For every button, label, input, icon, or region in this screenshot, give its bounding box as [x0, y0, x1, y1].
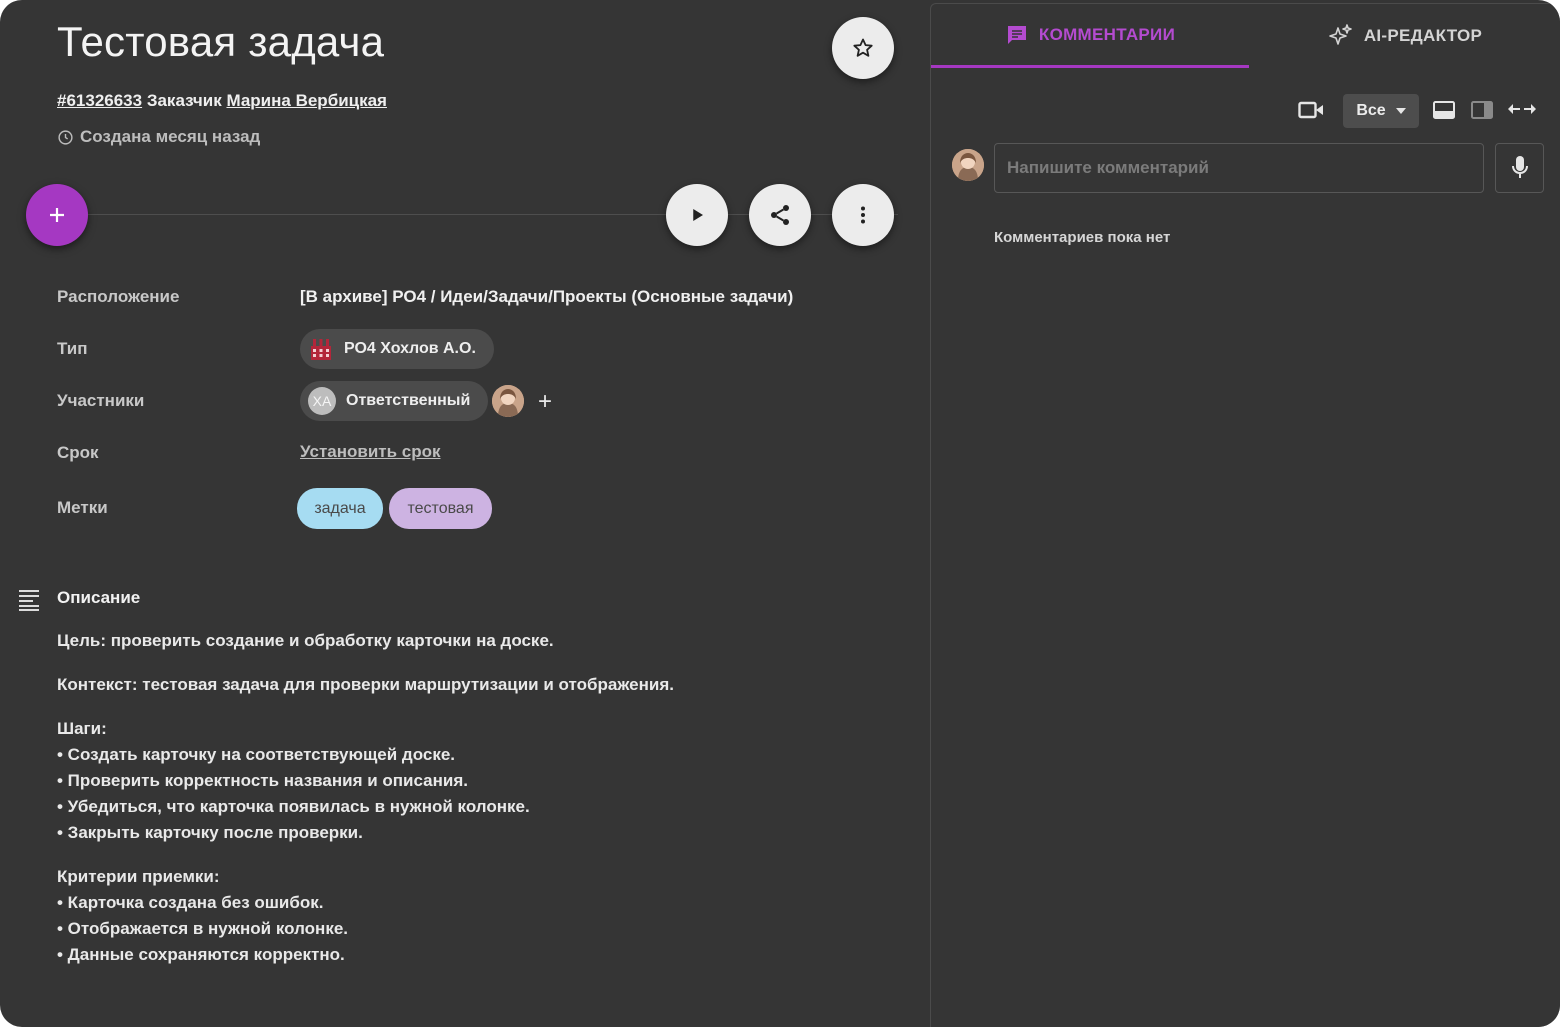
participants-label: Участники: [57, 391, 145, 410]
criteria-item: • Данные сохраняются корректно.: [57, 945, 345, 964]
tab-ai-label: AI-РЕДАКТОР: [1363, 26, 1483, 45]
description-title: Описание: [57, 588, 141, 607]
add-button[interactable]: [26, 184, 88, 246]
due-label: Срок: [57, 443, 99, 462]
expand-horizontal-icon[interactable]: [1507, 103, 1537, 115]
voice-input-button[interactable]: [1495, 143, 1544, 193]
participant-avatar[interactable]: [492, 385, 524, 417]
comment-icon: [1007, 25, 1026, 44]
step-item: • Убедиться, что карточка появилась в ну…: [57, 797, 530, 816]
layout-bottom-icon[interactable]: [1433, 101, 1455, 119]
location-value[interactable]: [В архиве] РО4 / Идеи/Задачи/Проекты (Ос…: [300, 287, 793, 307]
play-icon: [693, 209, 703, 221]
tags-label: Метки: [57, 498, 108, 517]
clock-icon: [58, 129, 73, 145]
plus-icon: [50, 208, 64, 222]
type-label: Тип: [57, 339, 88, 358]
empty-comments-text: Комментариев пока нет: [994, 229, 1171, 246]
criteria-title: Критерии приемки:: [57, 867, 220, 886]
caret-down-icon: [1395, 108, 1406, 114]
share-button[interactable]: [749, 184, 811, 246]
participant-role: Ответственный: [346, 392, 471, 409]
microphone-icon: [1511, 156, 1528, 178]
notes-icon: [19, 590, 39, 611]
step-item: • Проверить корректность названия и опис…: [57, 771, 468, 790]
share-icon: [771, 205, 789, 225]
comment-input[interactable]: [994, 143, 1484, 193]
more-vert-icon: [861, 206, 865, 224]
customer-name-link[interactable]: Марина Вербицкая: [226, 91, 387, 110]
description-goal: Цель: проверить создание и обработку кар…: [57, 631, 554, 650]
set-due-link[interactable]: Установить срок: [300, 442, 441, 462]
created-info: Создана месяц назад: [57, 127, 260, 147]
participant-initials-avatar: ХА: [308, 387, 336, 415]
task-details-panel: Тестовая задача #61326633 Заказчик Марин…: [0, 0, 930, 1027]
star-icon: [853, 38, 873, 57]
video-icon[interactable]: [1298, 101, 1324, 119]
current-user-avatar: [952, 149, 984, 181]
type-chip[interactable]: РО4 Хохлов А.О.: [300, 329, 494, 369]
step-item: • Создать карточку на соответствующей до…: [57, 745, 456, 764]
type-chip-label: РО4 Хохлов А.О.: [344, 340, 476, 357]
comment-filter-select[interactable]: Все: [1343, 94, 1419, 128]
user-photo-icon: [492, 385, 524, 417]
location-label: Расположение: [57, 287, 180, 306]
filter-value: Все: [1356, 102, 1386, 119]
start-button[interactable]: [666, 184, 728, 246]
comments-panel: КОММЕНТАРИИ AI-РЕДАКТОР Все Напишите ком…: [930, 3, 1560, 1027]
task-card-window: Тестовая задача #61326633 Заказчик Марин…: [0, 0, 1560, 1027]
user-photo-icon: [952, 149, 984, 181]
step-item: • Закрыть карточку после проверки.: [57, 823, 363, 842]
add-participant-button[interactable]: +: [538, 388, 552, 416]
customer-label: Заказчик: [146, 91, 222, 110]
tab-comments[interactable]: КОММЕНТАРИИ: [931, 4, 1249, 68]
more-button[interactable]: [832, 184, 894, 246]
task-title[interactable]: Тестовая задача: [57, 18, 384, 66]
layout-side-icon[interactable]: [1471, 101, 1493, 119]
favorite-button[interactable]: [832, 17, 894, 79]
tab-comments-label: КОММЕНТАРИИ: [1038, 24, 1176, 44]
created-text: Создана месяц назад: [80, 127, 261, 146]
tag-testovaya[interactable]: тестовая: [389, 488, 492, 529]
sparkle-icon: [1329, 24, 1352, 45]
steps-title: Шаги:: [57, 719, 107, 738]
criteria-item: • Отображается в нужной колонке.: [57, 919, 349, 938]
criteria-item: • Карточка создана без ошибок.: [57, 893, 324, 912]
tag-zadacha[interactable]: задача: [297, 488, 383, 529]
description-context: Контекст: тестовая задача для проверки м…: [57, 675, 674, 694]
factory-icon: [311, 339, 331, 360]
responsible-chip[interactable]: ХА Ответственный: [300, 381, 489, 421]
task-id-link[interactable]: #61326633: [57, 91, 142, 110]
tab-ai-editor[interactable]: AI-РЕДАКТОР: [1249, 4, 1560, 68]
task-meta: #61326633 Заказчик Марина Вербицкая: [57, 91, 387, 111]
